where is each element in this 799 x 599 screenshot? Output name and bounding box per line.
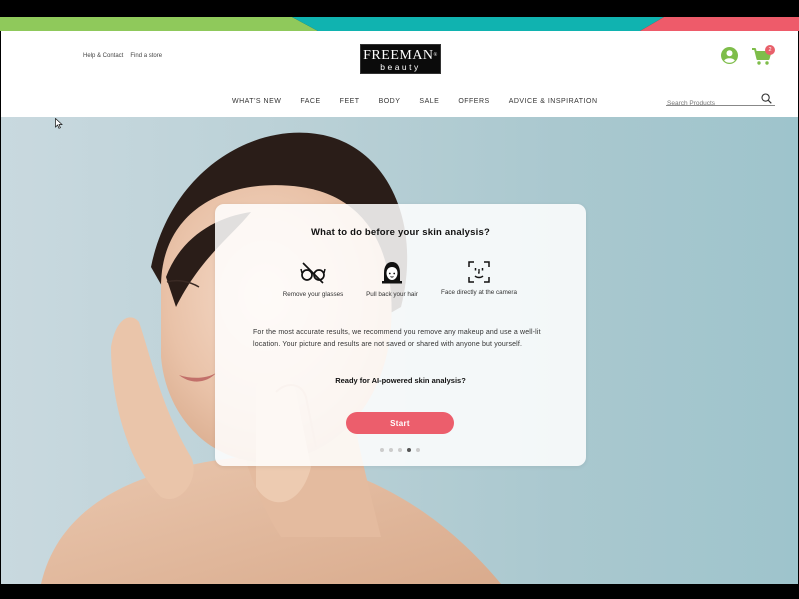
step-indicator	[380, 448, 420, 452]
step-dot-active[interactable]	[407, 448, 411, 452]
site-header: Help & Contact Find a store FREEMAN® bea…	[1, 31, 798, 117]
main-nav: WHAT'S NEW FACE FEET BODY SALE OFFERS AD…	[232, 98, 598, 105]
card-description: For the most accurate results, we recomm…	[253, 329, 541, 348]
brand-stripe	[0, 17, 799, 31]
step-dot[interactable]	[398, 448, 402, 452]
logo-subline: beauty	[380, 62, 421, 72]
find-store-link[interactable]: Find a store	[130, 53, 162, 59]
no-glasses-icon	[300, 262, 326, 284]
search-box	[666, 92, 775, 110]
logo-registered: ®	[433, 53, 438, 58]
utility-links: Help & Contact Find a store	[83, 53, 162, 59]
face-scan-icon	[468, 261, 490, 283]
tip-face-camera: Face directly at the camera	[424, 261, 534, 296]
start-button[interactable]: Start	[346, 412, 454, 434]
tip-label: Face directly at the camera	[441, 289, 517, 296]
nav-advice-inspiration[interactable]: ADVICE & INSPIRATION	[509, 98, 598, 105]
mouse-cursor-icon	[55, 118, 63, 129]
bottom-bar	[0, 584, 799, 599]
skin-analysis-card: What to do before your skin analysis? Re…	[215, 204, 586, 466]
logo-wordmark: FREEMAN	[363, 48, 434, 63]
help-contact-link[interactable]: Help & Contact	[83, 53, 123, 59]
nav-body[interactable]: BODY	[379, 98, 401, 105]
search-icon[interactable]	[761, 93, 772, 104]
top-bar	[0, 0, 799, 17]
nav-feet[interactable]: FEET	[340, 98, 360, 105]
card-question: Ready for AI-powered skin analysis?	[335, 376, 466, 385]
step-dot[interactable]	[416, 448, 420, 452]
card-title: What to do before your skin analysis?	[311, 227, 490, 238]
hair-back-icon	[382, 262, 402, 284]
nav-face[interactable]: FACE	[300, 98, 320, 105]
step-dot[interactable]	[389, 448, 393, 452]
nav-offers[interactable]: OFFERS	[458, 98, 489, 105]
account-icon[interactable]	[721, 47, 738, 64]
nav-sale[interactable]: SALE	[419, 98, 439, 105]
nav-whats-new[interactable]: WHAT'S NEW	[232, 98, 281, 105]
step-dot[interactable]	[380, 448, 384, 452]
cart-count-badge: 2	[765, 45, 775, 55]
freeman-logo[interactable]: FREEMAN® beauty	[360, 44, 441, 74]
search-input[interactable]	[666, 97, 756, 110]
